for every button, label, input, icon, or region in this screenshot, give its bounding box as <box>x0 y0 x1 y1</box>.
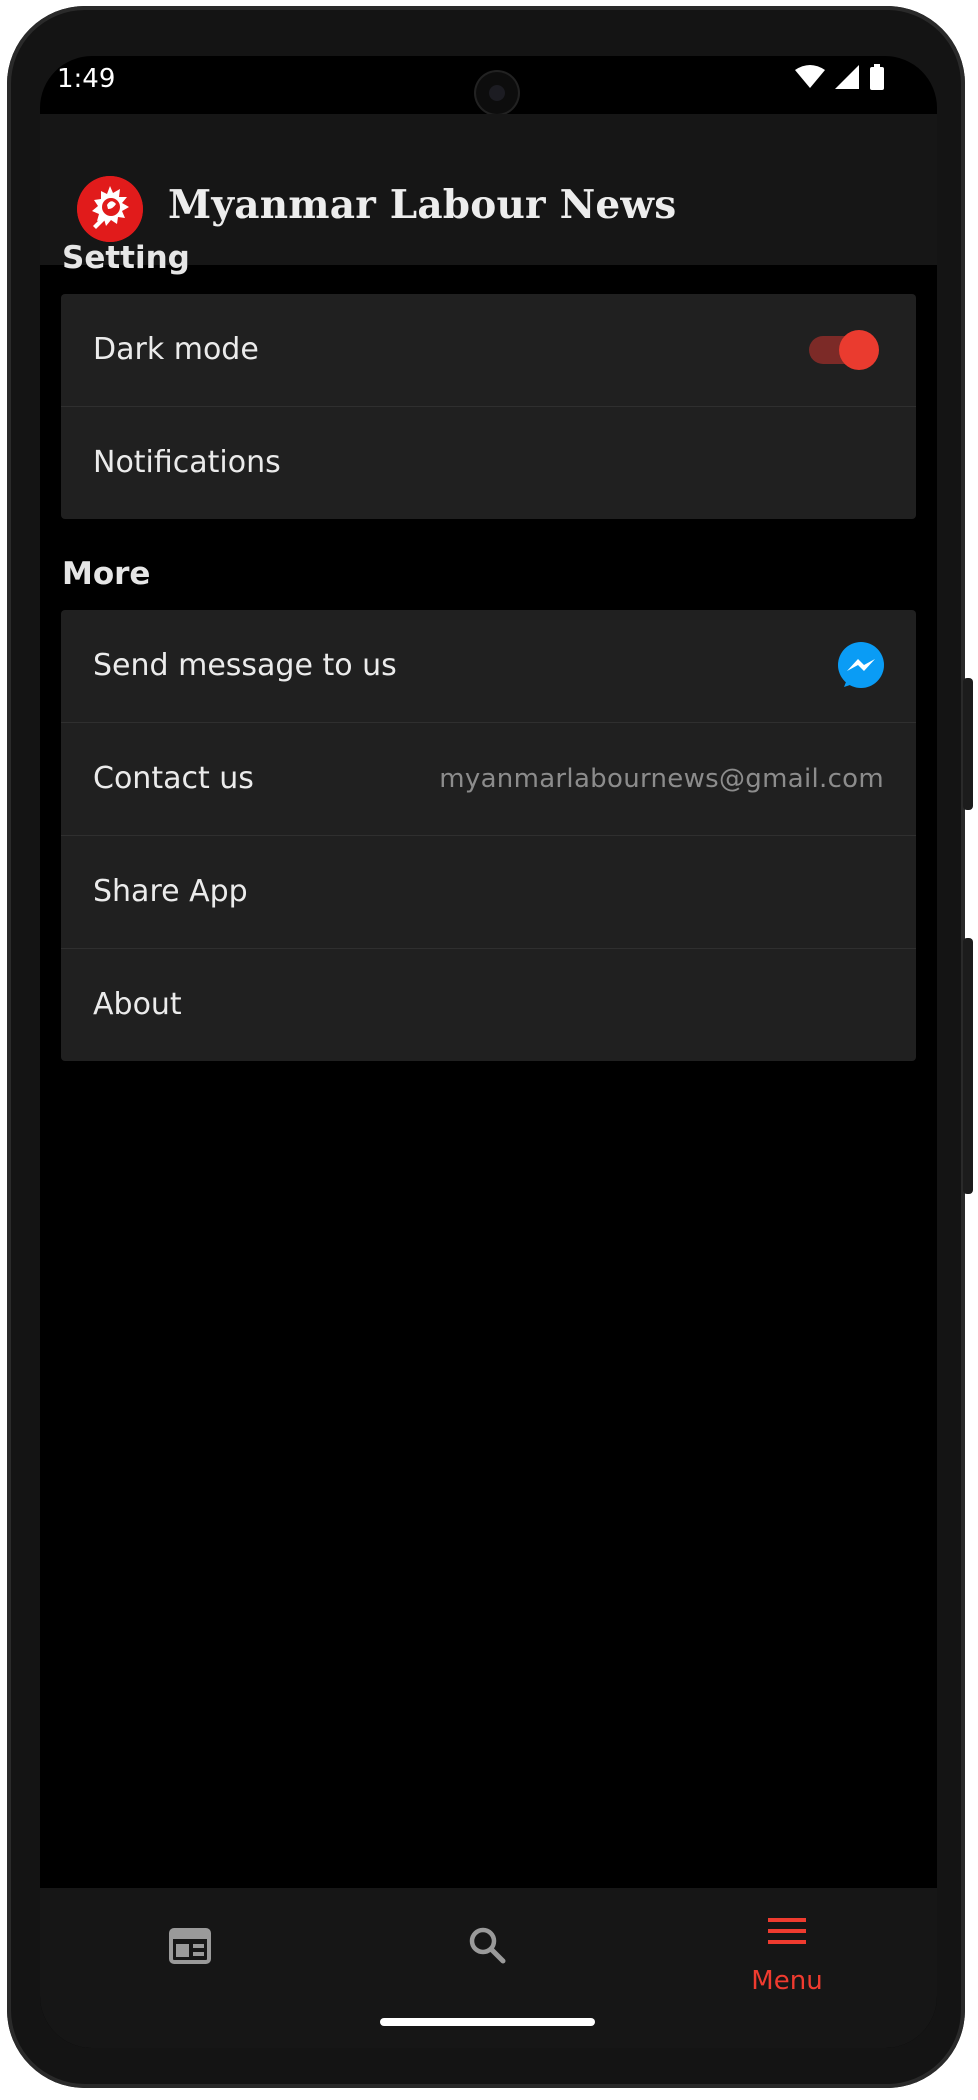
share-app-label: Share App <box>93 874 248 909</box>
nav-item-news[interactable] <box>89 1888 289 2008</box>
menu-icon <box>768 1918 806 1944</box>
contact-email[interactable]: myanmarlabournews@gmail.com <box>439 723 884 835</box>
more-section-heading: More <box>62 556 151 592</box>
app-title: Myanmar Labour News <box>168 182 677 228</box>
settings-card: Dark mode Notifications <box>61 294 916 519</box>
send-message-row[interactable]: Send message to us <box>61 610 916 722</box>
nav-item-search[interactable] <box>387 1888 587 2008</box>
nav-item-menu[interactable]: Menu <box>687 1888 887 2008</box>
search-icon <box>469 1927 506 1964</box>
screen: 1:49 Myanmar Labour News Setting Dark mo… <box>40 56 937 2048</box>
status-time: 1:49 <box>57 64 116 94</box>
power-button <box>963 678 973 810</box>
status-icons <box>795 64 885 90</box>
about-label: About <box>93 987 182 1022</box>
notifications-label: Notifications <box>93 445 281 480</box>
battery-icon <box>870 64 884 90</box>
send-message-label: Send message to us <box>93 648 397 683</box>
home-indicator[interactable] <box>380 2018 595 2026</box>
settings-section-heading: Setting <box>62 240 190 276</box>
about-row[interactable]: About <box>61 948 916 1061</box>
cellular-signal-icon <box>835 65 859 89</box>
dark-mode-toggle[interactable] <box>809 330 879 370</box>
wifi-icon <box>795 65 825 88</box>
front-camera <box>476 72 518 114</box>
dark-mode-label: Dark mode <box>93 332 259 367</box>
newspaper-icon <box>169 1928 211 1964</box>
notifications-row[interactable]: Notifications <box>61 406 916 519</box>
nav-label-menu: Menu <box>751 1966 823 1996</box>
app-logo-icon <box>77 176 143 242</box>
phone-frame: 1:49 Myanmar Labour News Setting Dark mo… <box>7 6 973 2088</box>
volume-button <box>963 938 973 1194</box>
share-app-row[interactable]: Share App <box>61 835 916 948</box>
messenger-icon <box>838 642 884 688</box>
dark-mode-row[interactable]: Dark mode <box>61 294 916 406</box>
contact-label: Contact us <box>93 761 254 796</box>
contact-row[interactable]: Contact us myanmarlabournews@gmail.com <box>61 722 916 835</box>
more-card: Send message to us Contact us myanmarlab… <box>61 610 916 1061</box>
toggle-thumb <box>839 330 879 370</box>
status-bar: 1:49 <box>40 56 937 114</box>
